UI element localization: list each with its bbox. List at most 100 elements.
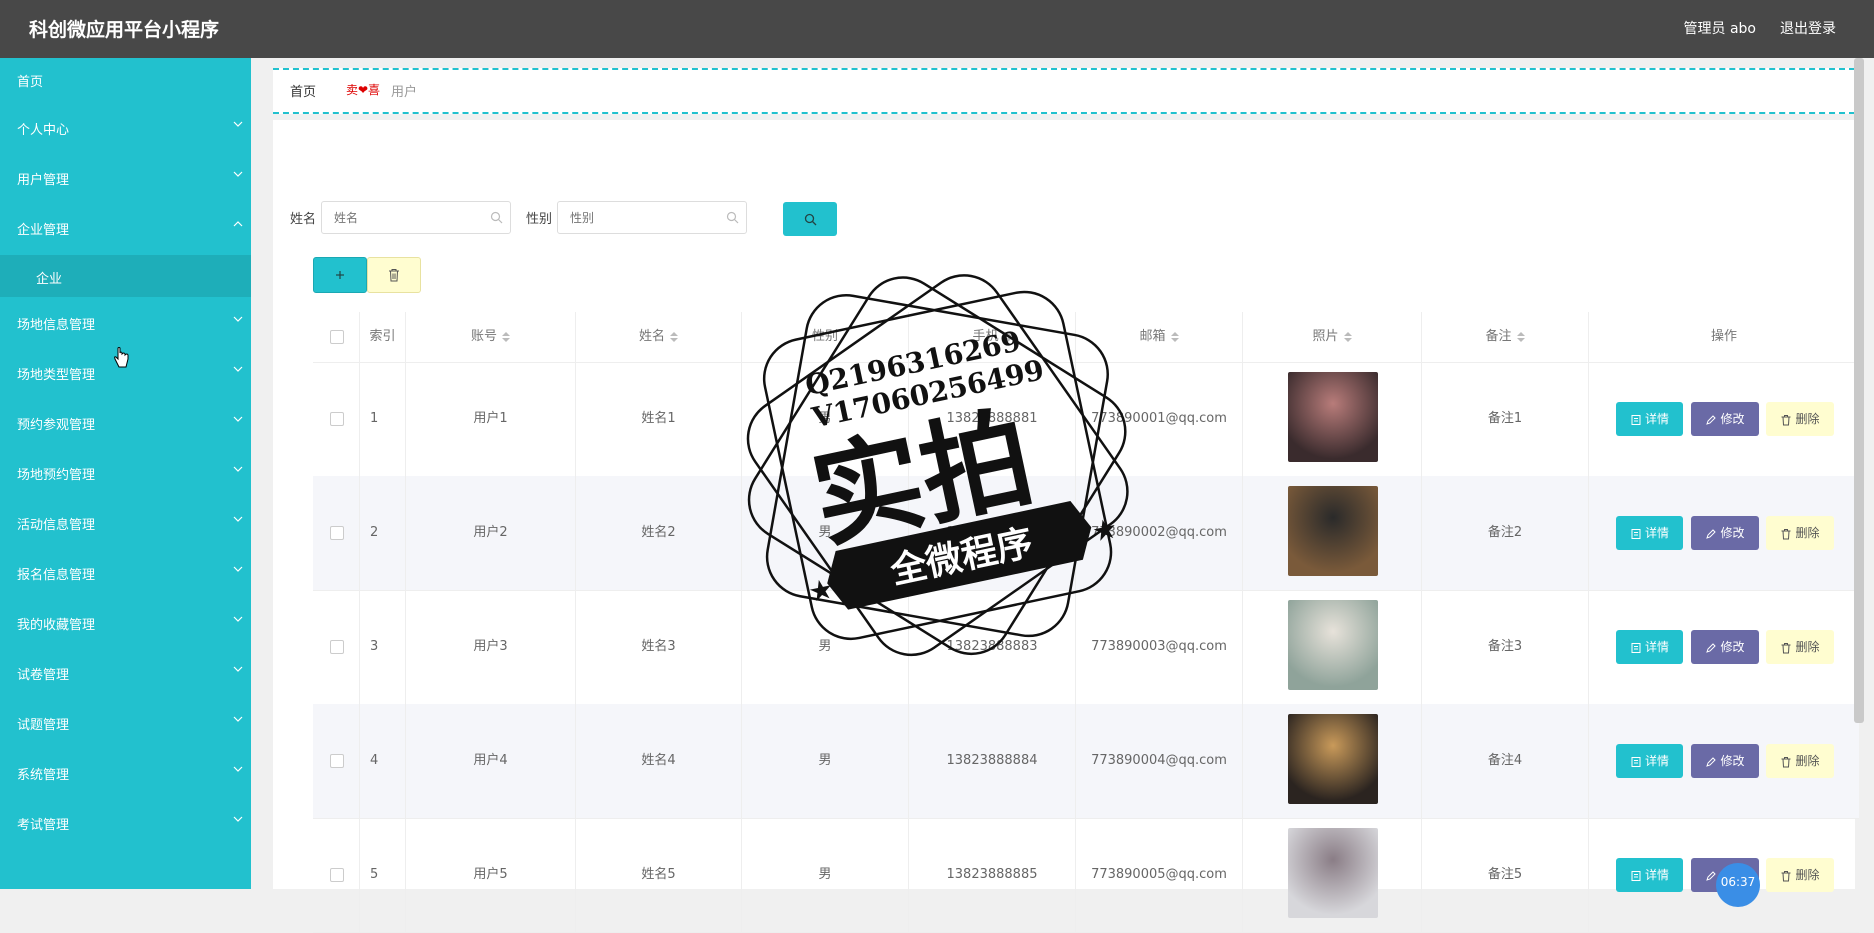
- sidebar-item-label: 企业管理: [17, 223, 70, 238]
- sidebar-item[interactable]: 预约参观管理: [0, 401, 251, 443]
- batch-delete-button[interactable]: [367, 257, 421, 293]
- detail-button[interactable]: 详情: [1616, 744, 1683, 778]
- sidebar-item[interactable]: 企业: [0, 255, 251, 297]
- sidebar-item[interactable]: 考试管理: [0, 801, 251, 843]
- column-header[interactable]: 姓名: [575, 312, 741, 362]
- delete-button-label: 删除: [1795, 640, 1820, 654]
- pencil-icon: [1706, 756, 1717, 767]
- delete-button[interactable]: 删除: [1766, 402, 1834, 436]
- user-photo[interactable]: [1288, 714, 1378, 804]
- cell-gender: 男: [741, 818, 908, 932]
- document-icon: [1631, 642, 1641, 653]
- cell-remark: 备注4: [1421, 704, 1588, 818]
- admin-username[interactable]: 管理员 abo: [1684, 18, 1756, 38]
- plus-icon: [336, 271, 344, 279]
- column-header[interactable]: 备注: [1421, 312, 1588, 362]
- trash-icon: [389, 269, 399, 282]
- cell-phone: 13823888881: [908, 362, 1075, 476]
- row-checkbox[interactable]: [330, 754, 344, 768]
- breadcrumb-home[interactable]: 首页: [290, 81, 316, 100]
- clock-badge: 06:37: [1716, 863, 1760, 907]
- user-photo[interactable]: [1288, 600, 1378, 690]
- sidebar-item[interactable]: 企业管理: [0, 206, 251, 248]
- trash-icon: [1781, 642, 1791, 653]
- column-header[interactable]: 邮箱: [1075, 312, 1242, 362]
- column-header[interactable]: 账号: [405, 312, 575, 362]
- photo-cell: [1242, 362, 1421, 476]
- delete-button[interactable]: 删除: [1766, 630, 1834, 664]
- sidebar-item[interactable]: 用户管理: [0, 156, 251, 198]
- breadcrumb-separator: 卖❤喜: [346, 83, 381, 97]
- edit-button-label: 修改: [1720, 754, 1745, 768]
- name-search-input[interactable]: [321, 201, 511, 234]
- column-header[interactable]: 手机: [908, 312, 1075, 362]
- chevron-up-icon: [233, 221, 243, 227]
- detail-button[interactable]: 详情: [1616, 630, 1683, 664]
- app-title: 科创微应用平台小程序: [29, 19, 220, 41]
- detail-button[interactable]: 详情: [1616, 516, 1683, 550]
- sidebar-item[interactable]: 报名信息管理: [0, 551, 251, 593]
- edit-button[interactable]: 修改: [1691, 630, 1759, 664]
- row-checkbox[interactable]: [330, 868, 344, 882]
- select-all-cell: [313, 312, 359, 362]
- edit-button[interactable]: 修改: [1691, 744, 1759, 778]
- sort-icon[interactable]: [1516, 331, 1525, 342]
- sort-icon[interactable]: [1343, 331, 1352, 342]
- edit-button[interactable]: 修改: [1691, 402, 1759, 436]
- sidebar-item-label: 试卷管理: [17, 668, 70, 683]
- edit-button[interactable]: 修改: [1691, 516, 1759, 550]
- sidebar-item[interactable]: 场地信息管理: [0, 301, 251, 343]
- table-row: 2 用户2 姓名2 男 13823888882 773890002@qq.com 备注2 详情…: [313, 476, 1859, 591]
- breadcrumb: 首页 卖❤喜 用户: [273, 68, 1855, 114]
- column-header: 索引: [359, 312, 405, 362]
- column-header-label: 手机: [972, 329, 999, 344]
- sidebar: 首页 个人中心 用户管理 企业管理 企业 场地信息管理 场地类型管理 预约参观管理 场地预约管理…: [0, 58, 251, 889]
- sort-icon[interactable]: [670, 331, 678, 342]
- search-button[interactable]: [783, 202, 837, 236]
- column-header-label: 性别: [811, 329, 838, 344]
- sort-icon[interactable]: [1003, 331, 1012, 342]
- user-photo[interactable]: [1288, 486, 1378, 576]
- delete-button[interactable]: 删除: [1766, 858, 1834, 892]
- sidebar-item[interactable]: 活动信息管理: [0, 501, 251, 543]
- sidebar-item[interactable]: 我的收藏管理: [0, 601, 251, 643]
- logout-link[interactable]: 退出登录: [1780, 18, 1836, 38]
- cell-account: 用户1: [405, 362, 575, 476]
- cell-name: 姓名4: [575, 704, 741, 818]
- sort-icon[interactable]: [1170, 331, 1179, 342]
- hand-cursor-icon: [114, 347, 129, 368]
- sidebar-item[interactable]: 个人中心: [0, 106, 251, 148]
- column-header[interactable]: 照片: [1242, 312, 1421, 362]
- sidebar-item[interactable]: 试题管理: [0, 701, 251, 743]
- sidebar-item[interactable]: 系统管理: [0, 751, 251, 793]
- add-button[interactable]: [313, 257, 367, 293]
- detail-button[interactable]: 详情: [1616, 402, 1683, 436]
- user-photo[interactable]: [1288, 828, 1378, 918]
- user-photo[interactable]: [1288, 372, 1378, 462]
- sidebar-item[interactable]: 场地预约管理: [0, 451, 251, 493]
- sort-icon[interactable]: [502, 331, 510, 342]
- cell-email: 773890002@qq.com: [1075, 476, 1242, 590]
- pencil-icon: [1706, 642, 1717, 653]
- sidebar-item[interactable]: 试卷管理: [0, 651, 251, 693]
- gender-search-input[interactable]: [557, 201, 747, 234]
- delete-button[interactable]: 删除: [1766, 744, 1834, 778]
- chevron-down-icon: [233, 666, 243, 672]
- cell-phone: 13823888882: [908, 476, 1075, 590]
- trash-icon: [1781, 756, 1791, 767]
- delete-button[interactable]: 删除: [1766, 516, 1834, 550]
- cell-account: 用户3: [405, 590, 575, 704]
- row-checkbox[interactable]: [330, 526, 344, 540]
- vertical-scrollbar[interactable]: [1854, 58, 1864, 723]
- photo-cell: [1242, 704, 1421, 818]
- select-all-checkbox[interactable]: [330, 330, 344, 344]
- detail-button[interactable]: 详情: [1616, 858, 1683, 892]
- sidebar-item-label: 首页: [17, 75, 44, 90]
- detail-button-label: 详情: [1644, 868, 1669, 882]
- row-checkbox[interactable]: [330, 640, 344, 654]
- row-checkbox[interactable]: [330, 412, 344, 426]
- sidebar-item-label: 个人中心: [17, 123, 70, 138]
- sidebar-item[interactable]: 首页: [0, 58, 251, 100]
- chevron-down-icon: [233, 171, 243, 177]
- cell-gender: 男: [741, 704, 908, 818]
